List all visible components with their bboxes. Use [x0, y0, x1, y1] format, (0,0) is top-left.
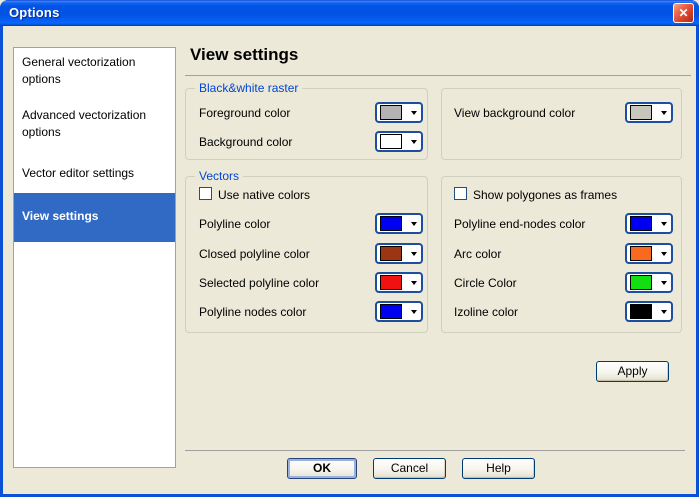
- window-title: Options: [9, 5, 60, 20]
- heading-separator: [185, 75, 691, 76]
- show-polygones-as-frames-label: Show polygones as frames: [473, 188, 618, 202]
- polyline-color-swatch: [380, 216, 402, 231]
- arc-color-label: Arc color: [454, 247, 502, 261]
- sidebar-item-vector-editor[interactable]: Vector editor settings: [14, 152, 175, 193]
- background-color-picker[interactable]: [375, 131, 423, 152]
- circle-color-swatch: [630, 275, 652, 290]
- footer-separator: [185, 450, 685, 451]
- options-dialog: Options ✕ General vectorization options …: [0, 0, 699, 497]
- view-background-color-label: View background color: [454, 106, 576, 120]
- chevron-down-icon: [661, 251, 667, 256]
- use-native-colors-checkbox[interactable]: [199, 187, 212, 200]
- polyline-color-picker[interactable]: [375, 213, 423, 234]
- group-vectors-left: Vectors Use native colors Polyline color…: [185, 169, 428, 333]
- selected-polyline-color-label: Selected polyline color: [199, 276, 320, 290]
- cancel-button[interactable]: Cancel: [373, 458, 446, 479]
- dialog-client-area: General vectorization options Advanced v…: [3, 26, 696, 494]
- group-bw-raster-title: Black&white raster: [195, 81, 303, 95]
- chevron-down-icon: [411, 139, 417, 144]
- foreground-color-label: Foreground color: [199, 106, 291, 120]
- circle-color-label: Circle Color: [454, 276, 517, 290]
- circle-color-picker[interactable]: [625, 272, 673, 293]
- arc-color-swatch: [630, 246, 652, 261]
- apply-button[interactable]: Apply: [596, 361, 669, 382]
- sidebar-item-view-settings[interactable]: View settings: [14, 193, 175, 242]
- ok-button[interactable]: OK: [287, 458, 357, 479]
- group-bw-raster: Black&white raster Foreground color Back…: [185, 81, 428, 160]
- polyline-end-nodes-color-swatch: [630, 216, 652, 231]
- close-button[interactable]: ✕: [673, 3, 694, 23]
- sidebar-item-general-vectorization[interactable]: General vectorization options: [14, 48, 175, 100]
- chevron-down-icon: [661, 280, 667, 285]
- chevron-down-icon: [411, 309, 417, 314]
- view-background-color-swatch: [630, 105, 652, 120]
- view-background-color-picker[interactable]: [625, 102, 673, 123]
- group-vectors-title: Vectors: [195, 169, 244, 183]
- use-native-colors-label: Use native colors: [218, 188, 311, 202]
- chevron-down-icon: [411, 221, 417, 226]
- category-list: General vectorization options Advanced v…: [13, 47, 176, 468]
- polyline-color-label: Polyline color: [199, 217, 271, 231]
- close-icon: ✕: [678, 6, 689, 20]
- group-view-background: View background color: [441, 88, 682, 160]
- page-title: View settings: [190, 45, 299, 64]
- polyline-nodes-color-picker[interactable]: [375, 301, 423, 322]
- group-vectors-right: Show polygones as frames Polyline end-no…: [441, 176, 682, 333]
- title-bar[interactable]: Options ✕: [0, 0, 699, 26]
- polyline-end-nodes-color-label: Polyline end-nodes color: [454, 217, 586, 231]
- foreground-color-swatch: [380, 105, 402, 120]
- arc-color-picker[interactable]: [625, 243, 673, 264]
- izoline-color-swatch: [630, 304, 652, 319]
- selected-polyline-color-picker[interactable]: [375, 272, 423, 293]
- chevron-down-icon: [411, 110, 417, 115]
- selected-polyline-color-swatch: [380, 275, 402, 290]
- closed-polyline-color-swatch: [380, 246, 402, 261]
- chevron-down-icon: [411, 280, 417, 285]
- background-color-swatch: [380, 134, 402, 149]
- polyline-end-nodes-color-picker[interactable]: [625, 213, 673, 234]
- help-button[interactable]: Help: [462, 458, 535, 479]
- closed-polyline-color-picker[interactable]: [375, 243, 423, 264]
- chevron-down-icon: [411, 251, 417, 256]
- polyline-nodes-color-swatch: [380, 304, 402, 319]
- background-color-label: Background color: [199, 135, 293, 149]
- izoline-color-picker[interactable]: [625, 301, 673, 322]
- closed-polyline-color-label: Closed polyline color: [199, 247, 310, 261]
- izoline-color-label: Izoline color: [454, 305, 519, 319]
- sidebar-item-advanced-vectorization[interactable]: Advanced vectorization options: [14, 100, 175, 152]
- polyline-nodes-color-label: Polyline nodes color: [199, 305, 307, 319]
- foreground-color-picker[interactable]: [375, 102, 423, 123]
- chevron-down-icon: [661, 110, 667, 115]
- chevron-down-icon: [661, 221, 667, 226]
- chevron-down-icon: [661, 309, 667, 314]
- show-polygones-as-frames-checkbox[interactable]: [454, 187, 467, 200]
